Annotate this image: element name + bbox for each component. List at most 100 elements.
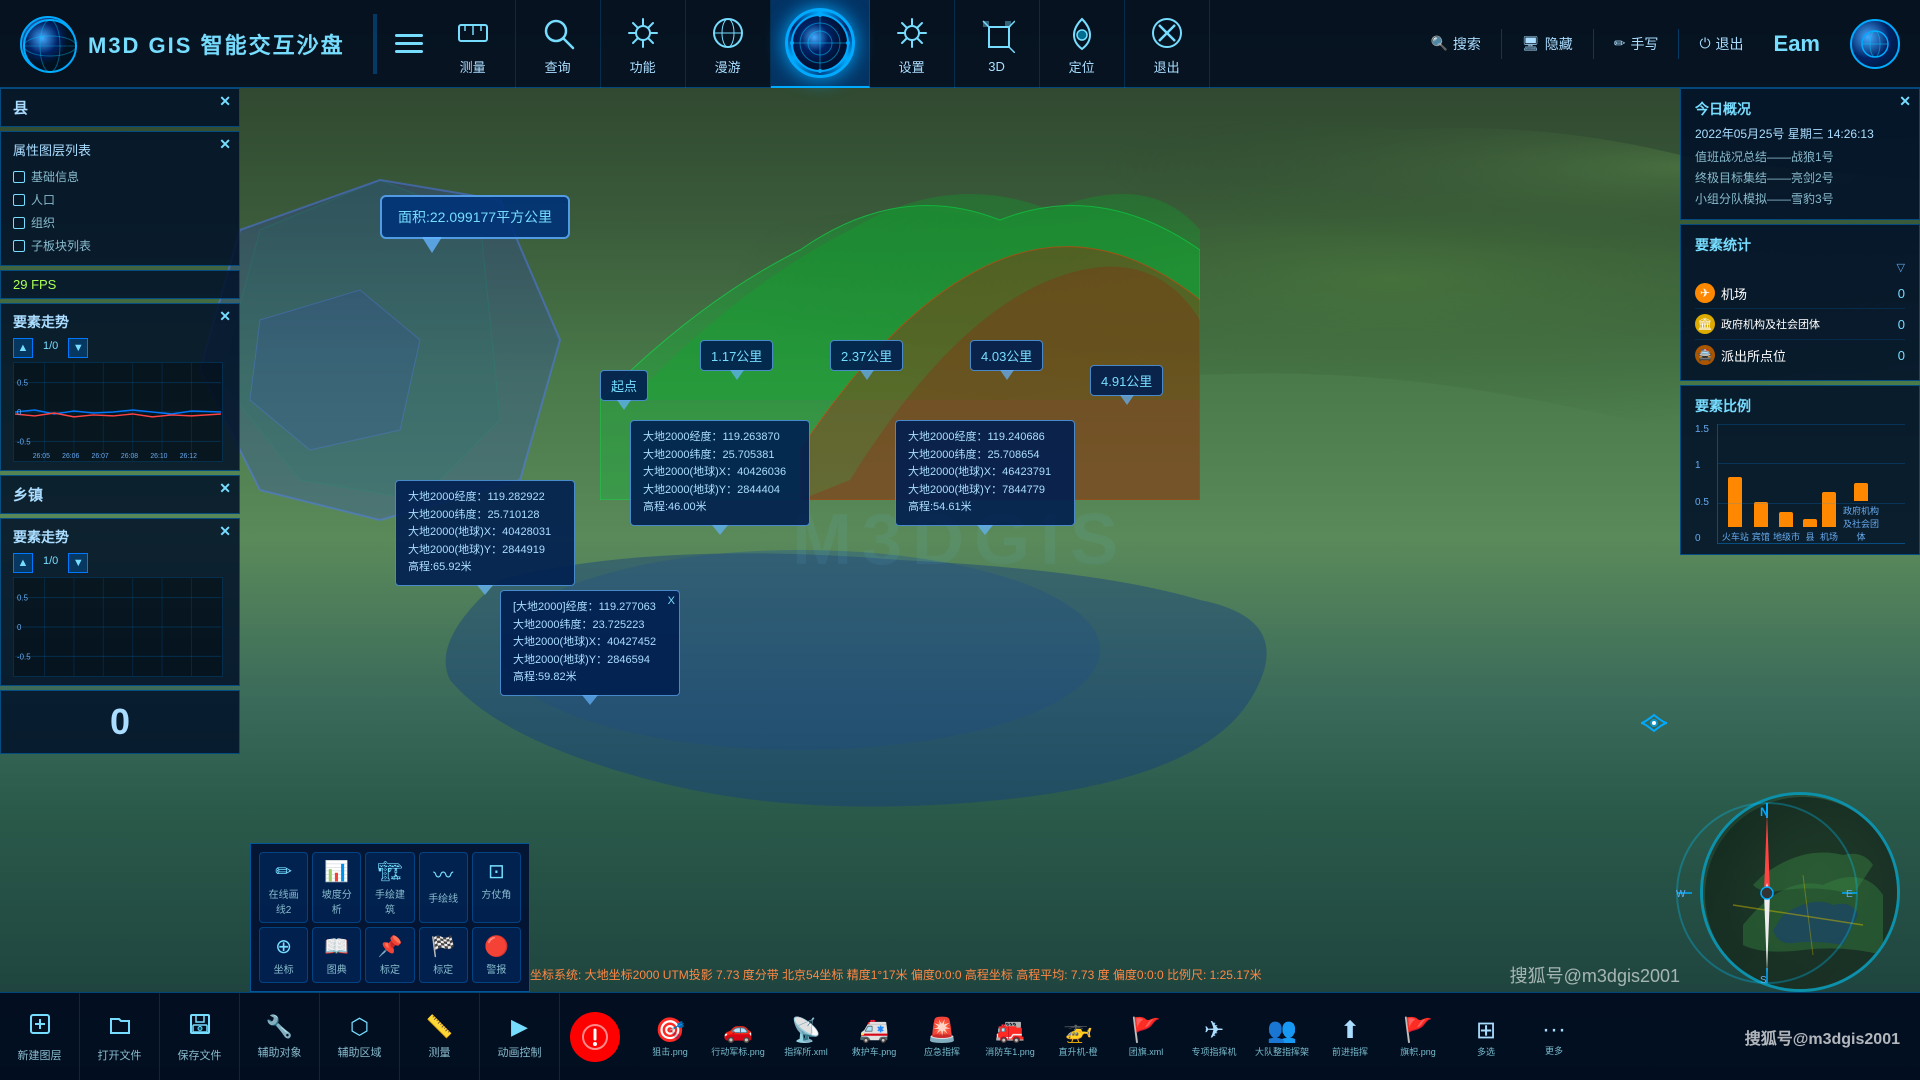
toolbar-globe-active[interactable]	[771, 0, 870, 88]
save-file-btn[interactable]: 保存文件	[160, 993, 240, 1080]
draw-tool-5[interactable]: ⊡ 方仗角	[472, 852, 521, 923]
logo-globe[interactable]	[20, 16, 76, 72]
draw-tool-mark[interactable]: 📌 标定	[365, 927, 414, 983]
layer-item-2[interactable]: 人口	[13, 188, 227, 211]
layer-item-1[interactable]: 基础信息	[13, 165, 227, 188]
eye-button[interactable]	[1640, 712, 1668, 740]
fire-label: 消防车1.png	[985, 1045, 1035, 1058]
ratio-y-0: 0	[1695, 533, 1709, 544]
today-panel: ✕ 今日概况 2022年05月25号 星期三 14:26:13 值班战况总结——…	[1680, 88, 1920, 220]
ratio-panel: 要素比例 1.5 1 0.5 0 火车站 宾馆	[1680, 385, 1920, 555]
trend2-close[interactable]: ✕	[219, 523, 231, 540]
layer-item-3[interactable]: 组织	[13, 211, 227, 234]
animation-label: 动画控制	[498, 1044, 542, 1060]
layer-checkbox-2[interactable]	[13, 194, 25, 206]
township-close[interactable]: ✕	[219, 480, 231, 497]
attr-close[interactable]: ✕	[219, 136, 231, 153]
handwrite-btn[interactable]: ✏ 手写	[1614, 34, 1659, 54]
toolbar-3d[interactable]: 3D	[955, 0, 1040, 88]
command-label: 指挥所.xml	[784, 1045, 828, 1058]
alert-button[interactable]	[570, 1012, 620, 1062]
bar-airport	[1822, 492, 1836, 527]
police-count: 0	[1898, 348, 1905, 363]
team-icon: 🚩	[1131, 1016, 1161, 1045]
square-icon: ⊡	[488, 859, 505, 884]
trend1-close[interactable]: ✕	[219, 308, 231, 325]
status-big-team[interactable]: 👥 大队整指挥架	[1252, 1016, 1312, 1058]
trend2-down[interactable]: ▼	[68, 553, 88, 573]
bar-col-3: 地级市	[1773, 512, 1800, 543]
assist-area-btn[interactable]: ⬡ 辅助区域	[320, 993, 400, 1080]
status-emergency[interactable]: 🚨 应急指挥	[912, 1016, 972, 1058]
status-helicopter[interactable]: 🚁 直升机-橙	[1048, 1016, 1108, 1058]
draw-tool-coord[interactable]: ⊕ 坐标	[259, 927, 308, 983]
status-multi[interactable]: ⊞ 多选	[1456, 1016, 1516, 1058]
draw-tool-mark2[interactable]: 🏁 标定	[419, 927, 468, 983]
hide-btn[interactable]: 🖥 隐藏	[1522, 34, 1573, 54]
draw-tool-1[interactable]: ✏ 在线画线2	[259, 852, 308, 923]
flag-icon: 🏁	[431, 934, 456, 959]
new-layer-btn[interactable]: 新建图层	[0, 993, 80, 1080]
coord-1-line-4: 大地2000(地球)Y：2844919	[408, 542, 562, 560]
slope-label: 坡度分析	[317, 886, 356, 916]
status-special[interactable]: ✈ 专项指挥机	[1184, 1016, 1244, 1058]
assist-obj-btn[interactable]: 🔧 辅助对象	[240, 993, 320, 1080]
bar-col-6: 政府机构及社会团体	[1841, 483, 1881, 543]
function-icon	[621, 11, 665, 55]
exit-icon	[1145, 11, 1189, 55]
trend2-up[interactable]: ▲	[13, 553, 33, 573]
coord-2-line-3: 大地2000(地球)X：40427452	[513, 634, 667, 652]
status-flag[interactable]: 🚩 旗帜.png	[1388, 1016, 1448, 1058]
toolbar-settings[interactable]: 设置	[870, 0, 955, 88]
county-close[interactable]: ✕	[219, 93, 231, 110]
layer-checkbox-1[interactable]	[13, 171, 25, 183]
toolbar-function[interactable]: 功能	[601, 0, 686, 88]
coord-popup-4: 大地2000经度：119.240686 大地2000纬度：25.708654 大…	[895, 420, 1075, 526]
app-title: M3D GIS 智能交互沙盘	[88, 28, 345, 60]
coord-4-line-1: 大地2000经度：119.240686	[908, 429, 1062, 447]
draw-tool-4[interactable]: 〰 手绘线	[419, 852, 468, 923]
layer-item-4[interactable]: 子板块列表	[13, 234, 227, 257]
stats-airport-row: ✈ 机场 0	[1695, 278, 1905, 309]
status-ambulance[interactable]: 🚑 救护车.png	[844, 1016, 904, 1058]
popup2-close[interactable]: X	[668, 593, 675, 611]
left-panel: 县 ✕ 属性图层列表 ✕ 基础信息 人口 组织 子板块列表 29 FPS 要素走…	[0, 88, 240, 1080]
trend1-down[interactable]: ▼	[68, 338, 88, 358]
square-label: 方仗角	[481, 886, 511, 901]
bottom-brand: 搜狐号@m3dgis2001	[1700, 1025, 1920, 1049]
status-team[interactable]: 🚩 团旗.xml	[1116, 1016, 1176, 1058]
open-file-btn[interactable]: 打开文件	[80, 993, 160, 1080]
toolbar-measure[interactable]: 测量	[431, 0, 516, 88]
layer-checkbox-3[interactable]	[13, 217, 25, 229]
locate-label: 定位	[1069, 57, 1095, 76]
draw-tool-2[interactable]: 📊 坡度分析	[312, 852, 361, 923]
status-advance[interactable]: ⬆ 前进指挥	[1320, 1016, 1380, 1058]
draw-tool-3[interactable]: 🏗 手绘建筑	[365, 852, 414, 923]
toolbar-query[interactable]: 查询	[516, 0, 601, 88]
toolbar-exit[interactable]: 退出	[1125, 0, 1210, 88]
status-more[interactable]: ··· 更多	[1524, 1016, 1584, 1057]
status-fire[interactable]: 🚒 消防车1.png	[980, 1016, 1040, 1058]
today-close[interactable]: ✕	[1899, 93, 1911, 110]
globe-right-icon[interactable]	[1850, 19, 1900, 69]
bar-airport-label: 机场	[1820, 530, 1838, 543]
search-btn[interactable]: 🔍 搜索	[1430, 34, 1480, 54]
police-icon: 🚔	[1695, 345, 1715, 365]
draw-tool-alert[interactable]: 🔴 警报	[472, 927, 521, 983]
status-drive[interactable]: 🚗 行动军标.png	[708, 1016, 768, 1058]
toolbar-roam[interactable]: 漫游	[686, 0, 771, 88]
logout-btn[interactable]: ⏻ 退出	[1699, 34, 1743, 54]
draw-tool-atlas[interactable]: 📖 图典	[312, 927, 361, 983]
3d-icon	[975, 13, 1019, 57]
status-shoot[interactable]: 🎯 狙击.png	[640, 1016, 700, 1058]
toolbar-locate[interactable]: 定位	[1040, 0, 1125, 88]
status-command[interactable]: 📡 指挥所.xml	[776, 1016, 836, 1058]
coord-3-line-5: 高程:46.00米	[643, 499, 797, 517]
big-team-label: 大队整指挥架	[1255, 1045, 1309, 1058]
menu-button[interactable]	[395, 26, 431, 62]
measure-btn[interactable]: 📏 测量	[400, 993, 480, 1080]
hand-build-icon: 🏗	[377, 859, 402, 884]
trend1-up[interactable]: ▲	[13, 338, 33, 358]
animation-btn[interactable]: ▶ 动画控制	[480, 993, 560, 1080]
layer-checkbox-4[interactable]	[13, 240, 25, 252]
